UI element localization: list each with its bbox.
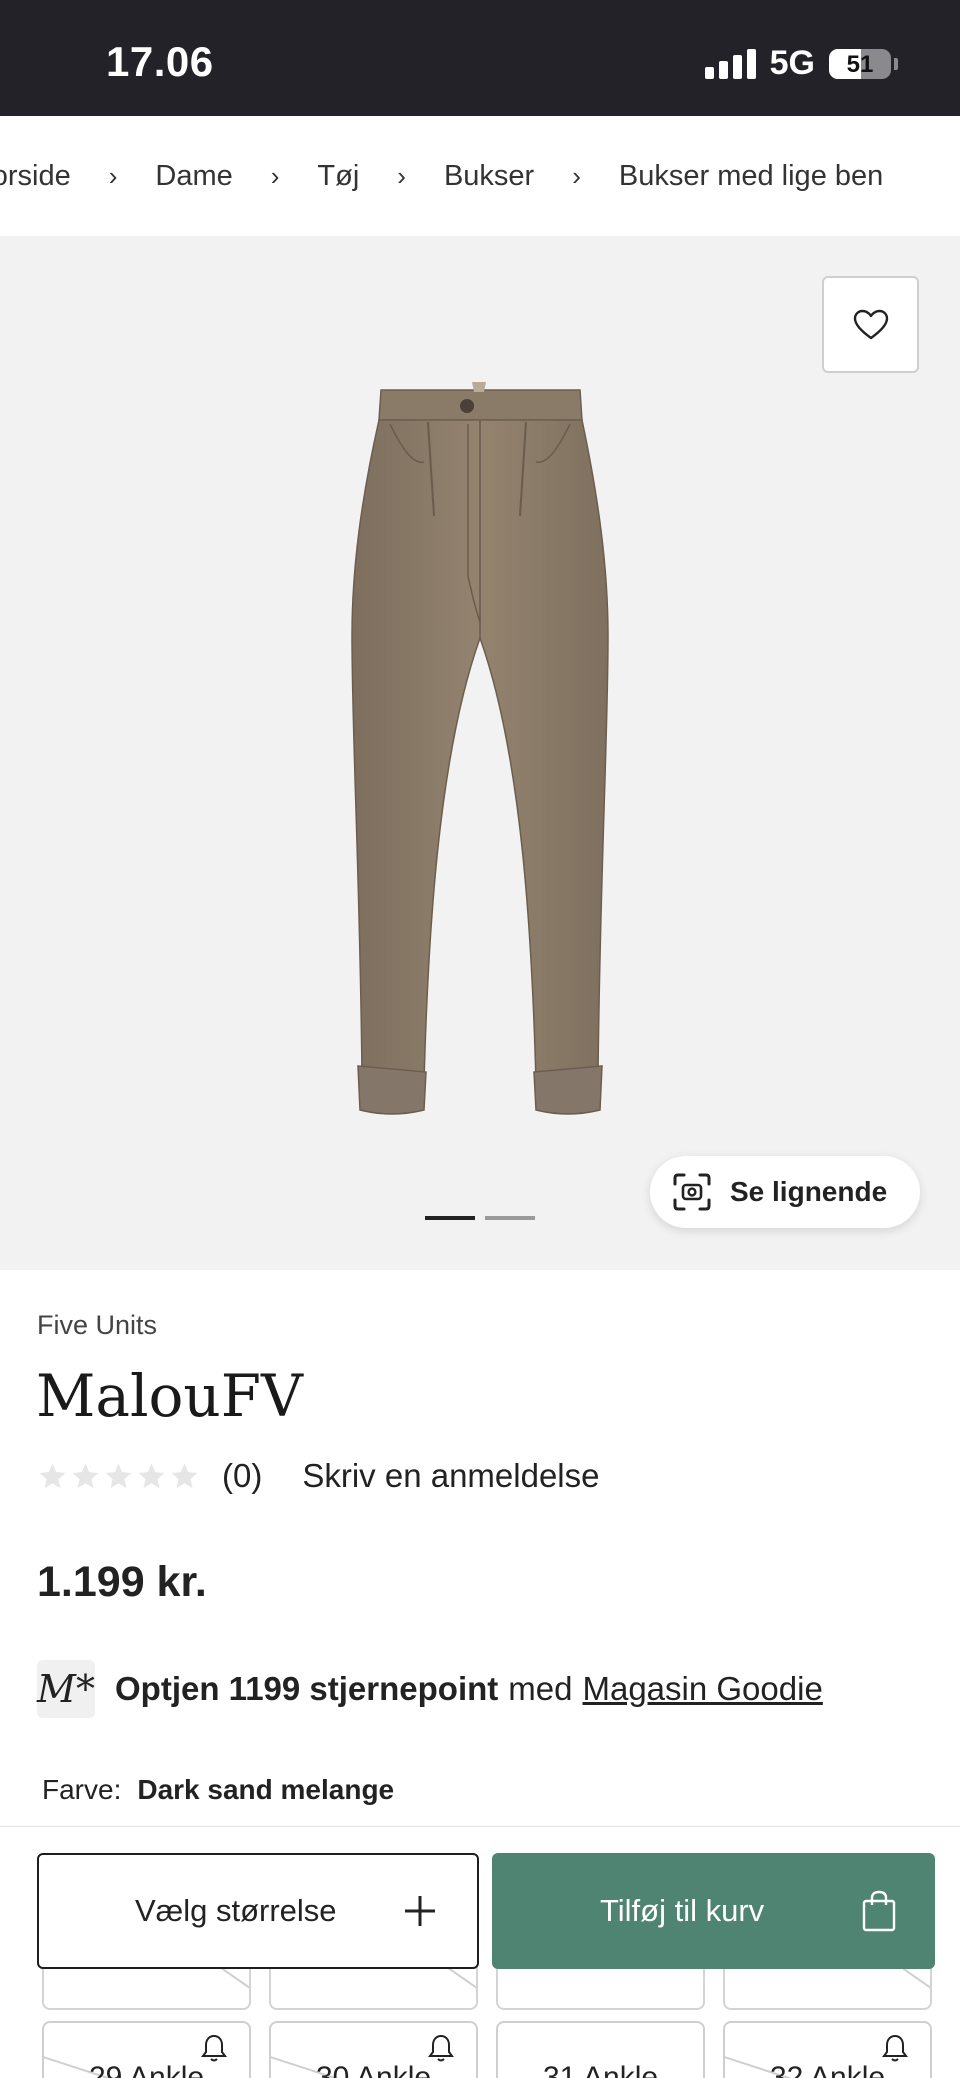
- product-title: MalouFV: [36, 1362, 303, 1430]
- rating-stars: [37, 1461, 200, 1492]
- breadcrumb-item[interactable]: Tøj: [317, 160, 359, 193]
- points-connector: med: [508, 1670, 573, 1707]
- goodie-link[interactable]: Magasin Goodie: [582, 1670, 822, 1708]
- status-bar: 17.06 5G 51: [0, 0, 960, 116]
- size-option-32-ankle[interactable]: 32 Ankle: [723, 2021, 932, 2078]
- color-value: Dark sand melange: [137, 1774, 395, 1805]
- breadcrumb: Forside › Dame › Tøj › Bukser › Bukser med lige …: [0, 116, 960, 236]
- add-to-cart-button[interactable]: Tilføj til kurv: [492, 1853, 935, 1969]
- breadcrumb-row: Forside › Dame › Tøj › Bukser › Bukser med lige …: [0, 160, 883, 193]
- breadcrumb-item[interactable]: Forside: [0, 160, 71, 193]
- battery-percent: 51: [846, 50, 874, 78]
- status-indicators: 5G 51: [704, 44, 898, 83]
- product-gallery[interactable]: Se lignende: [0, 236, 960, 1270]
- breadcrumb-separator: ›: [108, 160, 118, 191]
- heart-icon: [853, 309, 888, 339]
- star-icon: [72, 1463, 99, 1488]
- battery-cap: [894, 57, 898, 70]
- goodie-logo: M*: [37, 1660, 95, 1718]
- size-label: 31 Ankle: [542, 2061, 659, 2078]
- star-icon: [105, 1463, 132, 1488]
- size-label: 30 Ankle: [315, 2061, 432, 2078]
- write-review-link[interactable]: Skriv en anmeldelse: [302, 1457, 599, 1495]
- color-row: Farve: Dark sand melange: [42, 1774, 394, 1806]
- pagination-dot[interactable]: [425, 1216, 475, 1220]
- bell-icon[interactable]: [882, 2033, 908, 2063]
- status-time: 17.06: [106, 38, 214, 85]
- product-price: 1.199 kr.: [37, 1558, 207, 1606]
- bell-icon[interactable]: [201, 2033, 227, 2063]
- bell-icon[interactable]: [428, 2033, 454, 2063]
- breadcrumb-item[interactable]: Dame: [155, 160, 232, 193]
- color-label: Farve:: [42, 1774, 122, 1805]
- size-option-30-ankle[interactable]: 30 Ankle: [269, 2021, 478, 2078]
- network-type: 5G: [769, 44, 815, 82]
- size-label: 29 Ankle: [88, 2061, 205, 2078]
- breadcrumb-separator: ›: [270, 160, 280, 191]
- breadcrumb-separator: ›: [397, 160, 406, 191]
- breadcrumb-item[interactable]: Bukser: [444, 160, 534, 193]
- signal-icon: [704, 48, 756, 79]
- star-icon: [39, 1463, 66, 1488]
- battery-icon: 51: [829, 48, 891, 79]
- breadcrumb-item[interactable]: Bukser med lige ben: [619, 160, 883, 193]
- rating-row: (0) Skriv en anmeldelse: [37, 1457, 600, 1495]
- rating-count: (0): [222, 1457, 263, 1494]
- breadcrumb-separator: ›: [572, 160, 581, 191]
- image-pagination[interactable]: [425, 1216, 535, 1220]
- select-size-label: Vælg størrelse: [135, 1893, 337, 1928]
- add-to-cart-label: Tilføj til kurv: [600, 1893, 765, 1928]
- see-similar-label: Se lignende: [730, 1176, 888, 1207]
- shopping-bag-icon: [862, 1890, 896, 1932]
- size-option-31-ankle[interactable]: 31 Ankle: [496, 2021, 705, 2078]
- pagination-dot[interactable]: [485, 1216, 535, 1220]
- size-grid-row: 29 Ankle 30 Ankle 31 Ankle 32 Ankle: [42, 2021, 932, 2078]
- sticky-action-bar: Vælg størrelse Tilføj til kurv: [0, 1826, 960, 1969]
- star-icon: [138, 1463, 165, 1488]
- star-icon: [171, 1463, 198, 1488]
- points-text: Optjen 1199 stjernepoint: [115, 1670, 499, 1707]
- brand-name[interactable]: Five Units: [37, 1310, 157, 1341]
- size-label: 32 Ankle: [769, 2061, 886, 2078]
- plus-icon: [405, 1896, 435, 1926]
- visual-search-icon: [673, 1173, 711, 1211]
- see-similar-button[interactable]: Se lignende: [650, 1156, 920, 1228]
- loyalty-points-row: M* Optjen 1199 stjernepoint med Magasin …: [37, 1660, 823, 1718]
- size-option-29-ankle[interactable]: 29 Ankle: [42, 2021, 251, 2078]
- wishlist-button[interactable]: [822, 276, 919, 373]
- select-size-button[interactable]: Vælg størrelse: [37, 1853, 479, 1969]
- product-image[interactable]: [330, 376, 630, 1136]
